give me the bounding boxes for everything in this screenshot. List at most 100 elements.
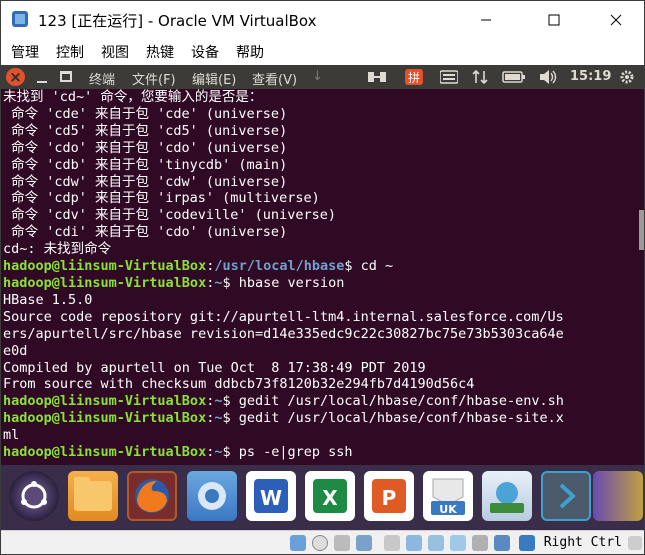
terminal-prompt-line: hadoop@liinsum-VirtualBox:~$ ps -e|grep … — [3, 444, 353, 461]
menu-hotkeys[interactable]: 热键 — [146, 42, 174, 62]
excel-icon[interactable]: X — [305, 471, 355, 521]
mouse-integration-icon[interactable] — [519, 535, 535, 551]
recording-icon[interactable] — [450, 535, 466, 551]
status-bar: Right Ctrl — [1, 530, 644, 554]
panel-menu-edit[interactable]: 编辑(E) — [192, 69, 236, 88]
terminal-line: 命令 'cdi' 来自于包 'cdo' (universe) — [3, 224, 288, 241]
panel-menu-more-arrow-icon[interactable]: ↓ — [312, 69, 323, 84]
close-button[interactable] — [593, 1, 639, 38]
terminal-prompt-line: hadoop@liinsum-VirtualBox:~$ gedit /usr/… — [3, 410, 564, 427]
display-icon[interactable] — [428, 535, 444, 551]
terminal-line: HBase 1.5.0 — [3, 291, 93, 308]
virtualbox-icon — [12, 11, 28, 27]
hard-disk-icon[interactable] — [290, 535, 306, 551]
prompt-path: ~ — [214, 274, 223, 291]
terminal-line: 命令 'cdp' 来自于包 'irpas' (multiverse) — [3, 190, 320, 207]
close-icon: × — [9, 68, 22, 86]
prompt-command: hbase version — [230, 274, 345, 291]
panel-clock[interactable]: 15:19 — [570, 69, 611, 84]
minimize-icon — [37, 81, 47, 83]
terminal-line: 命令 'cdw' 来自于包 'cdw' (universe) — [3, 173, 288, 190]
terminal-prompt-line: hadoop@liinsum-VirtualBox:~$ hbase versi… — [3, 274, 345, 291]
resize-grip-icon[interactable] — [628, 536, 642, 550]
vt-x-icon[interactable] — [494, 535, 510, 551]
ukui-badge: UK — [439, 503, 457, 516]
svg-text:拼: 拼 — [408, 71, 420, 85]
terminal-close-button[interactable]: × — [6, 68, 25, 86]
top-panel: × 终端 文件(F) 编辑(E) 查看(V) ↓ 拼 15:19 — [1, 65, 644, 89]
next-app-icon[interactable] — [593, 471, 643, 521]
prompt-path: ~ — [214, 393, 223, 410]
panel-menu-view[interactable]: 查看(V) — [252, 69, 297, 88]
svg-text:X: X — [322, 486, 338, 510]
minimize-icon — [481, 19, 491, 20]
prompt-user: hadoop@liinsum-VirtualBox — [3, 274, 207, 291]
terminal-line: 命令 'cdo' 来自于包 'cdo' (universe) — [3, 139, 288, 156]
terminal-line: 命令 'cdb' 来自于包 'tinycdb' (main) — [3, 156, 288, 173]
menu-help[interactable]: 帮助 — [236, 42, 264, 62]
gear-icon[interactable] — [617, 68, 637, 86]
terminal-prompt-line: hadoop@liinsum-VirtualBox:/usr/local/hba… — [3, 258, 394, 275]
prompt-command: gedit /usr/local/hbase/conf/hbase-env.sh — [230, 393, 564, 410]
ubuntu-icon[interactable] — [9, 471, 59, 521]
prompt-command: cd ~ — [352, 258, 394, 275]
terminal-minimize-button[interactable] — [35, 70, 49, 84]
files-icon[interactable] — [68, 471, 118, 521]
cpu-icon[interactable] — [472, 535, 488, 551]
ukui-icon[interactable]: UK — [423, 471, 473, 521]
terminal-maximize-button[interactable] — [60, 71, 72, 82]
title-bar: 123 [正在运行] - Oracle VM VirtualBox — [1, 1, 644, 38]
terminal-line: 命令 'cd5' 来自于包 'cd5' (universe) — [3, 122, 288, 139]
prompt-user: hadoop@liinsum-VirtualBox — [3, 393, 207, 410]
prompt-command: ps -e|grep ssh — [230, 444, 353, 461]
battery-icon[interactable] — [502, 68, 526, 86]
menu-bar: 管理 控制 视图 热键 设备 帮助 — [1, 38, 644, 65]
terminal-prompt-line: hadoop@liinsum-VirtualBox:~$ gedit /usr/… — [3, 393, 564, 410]
prompt-command: gedit /usr/local/hbase/conf/hbase-site.x — [230, 410, 564, 427]
maximize-icon — [548, 14, 560, 25]
host-key-label: Right Ctrl — [543, 535, 622, 550]
close-icon — [610, 14, 622, 25]
chromium-icon[interactable] — [187, 471, 237, 521]
terminal-line: Source code repository git://apurtell-lt… — [3, 308, 564, 325]
terminal-line: From source with checksum ddbcb73f8120b3… — [3, 376, 475, 393]
prompt-path: /usr/local/hbase — [214, 258, 345, 275]
terminal-line: e0d — [3, 342, 28, 359]
word-icon[interactable]: W — [246, 471, 296, 521]
prompt-path: ~ — [214, 444, 223, 461]
prompt-user: hadoop@liinsum-VirtualBox — [3, 258, 207, 275]
network-icon[interactable] — [367, 68, 387, 86]
arrow-icon[interactable] — [541, 471, 591, 521]
prompt-user: hadoop@liinsum-VirtualBox — [3, 444, 207, 461]
volume-icon[interactable] — [538, 68, 558, 86]
guest-screen[interactable]: × 终端 文件(F) 编辑(E) 查看(V) ↓ 拼 15:19 未找到 'cd… — [1, 65, 644, 530]
terminal-line: cd~: 未找到命令 — [3, 241, 112, 258]
optical-drive-icon[interactable] — [312, 535, 328, 551]
panel-menu-file[interactable]: 文件(F) — [132, 69, 176, 88]
firefox-icon[interactable] — [127, 471, 177, 521]
software-icon[interactable] — [482, 471, 532, 521]
prompt-path: ~ — [214, 410, 223, 427]
shared-folders-icon[interactable] — [406, 535, 422, 551]
menu-view[interactable]: 视图 — [101, 42, 129, 62]
powerpoint-icon[interactable]: P — [364, 471, 414, 521]
terminal-line: 命令 'cdv' 来自于包 'codeville' (universe) — [3, 207, 336, 224]
menu-devices[interactable]: 设备 — [191, 42, 219, 62]
minimize-button[interactable] — [463, 1, 509, 38]
terminal-line: 命令 'cde' 来自于包 'cde' (universe) — [3, 105, 288, 122]
network-adapter-icon[interactable] — [356, 535, 372, 551]
svg-text:P: P — [382, 486, 397, 510]
terminal-output[interactable]: 未找到 'cd~' 命令，您要输入的是否是： 命令 'cde' 来自于包 'cd… — [3, 89, 633, 464]
menu-control[interactable]: 控制 — [56, 42, 84, 62]
maximize-button[interactable] — [531, 1, 577, 38]
keyboard-icon[interactable] — [439, 68, 459, 86]
terminal-line: 未找到 'cd~' 命令，您要输入的是否是： — [3, 89, 263, 105]
audio-icon[interactable] — [334, 535, 350, 551]
usb-icon[interactable] — [384, 535, 400, 551]
menu-manage[interactable]: 管理 — [11, 42, 39, 62]
svg-text:W: W — [260, 486, 282, 510]
input-method-icon[interactable]: 拼 — [404, 68, 424, 86]
terminal-scrollbar[interactable] — [639, 210, 644, 250]
panel-menu-terminal[interactable]: 终端 — [89, 69, 115, 88]
transfer-arrows-icon[interactable] — [470, 68, 490, 86]
